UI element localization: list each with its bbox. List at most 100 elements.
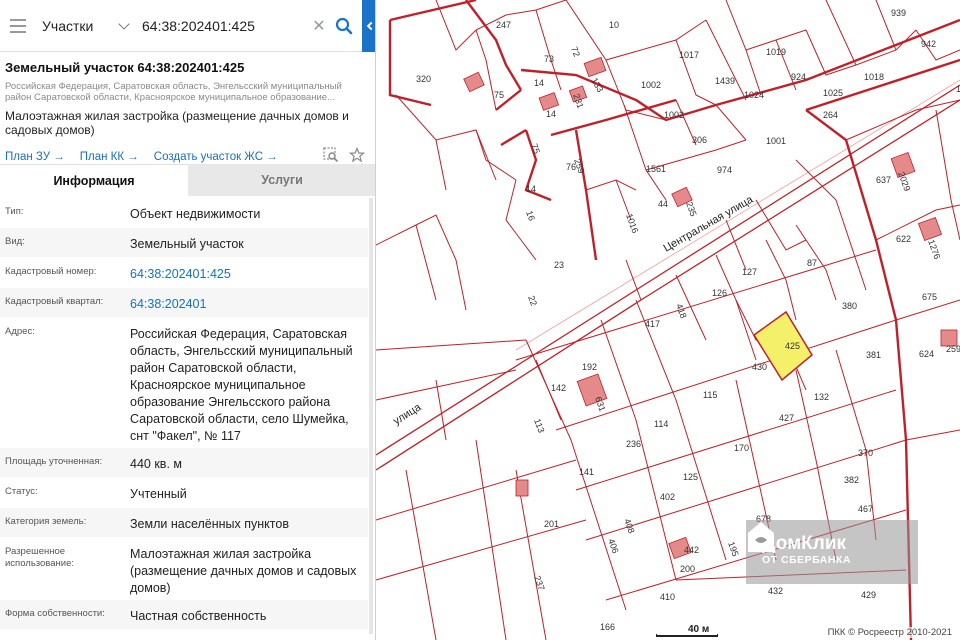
card-links: План ЗУ → План КК → Создать участок ЖС →: [0, 137, 370, 166]
parcel-number: 22: [526, 294, 539, 307]
parcel-number: 442: [684, 545, 699, 555]
parcel-number: 142: [551, 383, 566, 393]
parcel-number: 23: [554, 260, 564, 270]
parcel-number: 924: [791, 72, 806, 82]
parcel-number: 125: [683, 472, 698, 482]
attribute-label: Статус:: [5, 486, 38, 497]
scale-bar: 40 м: [648, 622, 718, 640]
parcel-number: 1019: [766, 47, 786, 57]
attribute-label: Адрес:: [5, 326, 35, 337]
parcel-number: 75: [529, 142, 542, 155]
tab-information[interactable]: Информация: [0, 164, 188, 196]
cadastral-map[interactable]: Центральная улица улица 247 10 1017 1019 939 94…: [376, 0, 960, 640]
parcel-number: 170: [734, 443, 749, 453]
parcel-number: 126: [712, 288, 727, 298]
attribute-row: Кадастровый квартал: 64:38:202401: [0, 288, 368, 318]
parcel-number: 237: [532, 574, 547, 592]
parcel-number: 380: [842, 301, 857, 311]
parcel-number: 166: [600, 622, 615, 632]
parcel-number: 622: [896, 234, 911, 244]
parcel-number: 113: [532, 417, 546, 434]
parcel-number: 1025: [823, 88, 843, 98]
parcel-number: 675: [922, 292, 937, 302]
plan-kk-link[interactable]: План КК →: [80, 151, 139, 163]
parcel-number: 382: [844, 475, 859, 485]
card-address: Российская Федерация, Саратовская област…: [5, 81, 342, 103]
attribute-value: Объект недвижимости: [130, 207, 261, 221]
parcel-number: 14: [534, 78, 544, 88]
attribute-value: Частная собственность: [130, 609, 267, 623]
parcel-number: 306: [692, 135, 707, 145]
parcel-number: 1001: [766, 136, 786, 146]
attribute-label: Вид:: [5, 236, 25, 247]
parcel-number: 195: [726, 540, 741, 558]
parcel-number: 402: [660, 492, 675, 502]
parcel-number: 430: [752, 362, 767, 372]
parcel-number: 44: [658, 199, 668, 209]
attribute-label: Разрешенное использование:: [5, 546, 75, 569]
house-logo-icon: [748, 522, 774, 552]
chevron-down-icon: [118, 17, 130, 30]
parcel-number: 76: [566, 162, 576, 172]
attribute-value: Малоэтажная жилая застройка (размещение …: [130, 547, 357, 595]
parcel-number: 939: [891, 8, 906, 18]
attribute-value: Учтенный: [130, 487, 187, 501]
attribute-row: Площадь уточненная: 440 кв. м: [0, 448, 368, 478]
parcel-number: 429: [861, 590, 876, 600]
attribute-row: Статус: Учтенный: [0, 478, 368, 508]
tab-services[interactable]: Услуги: [188, 164, 375, 196]
cadastral-quarter-link[interactable]: 64:38:202401: [125, 288, 368, 317]
parcel-number: 942: [921, 39, 936, 49]
search-type-label: Участки: [42, 17, 94, 34]
parcel-number: 1439: [715, 76, 735, 86]
plan-zu-link[interactable]: План ЗУ →: [5, 151, 65, 163]
parcel-number: 114: [654, 419, 668, 429]
parcel-number: 14: [546, 109, 556, 119]
parcel-number: 417: [645, 319, 660, 329]
parcel-number: 247: [496, 20, 511, 30]
search-input[interactable]: [128, 17, 308, 34]
attribute-label: Тип:: [5, 206, 24, 217]
attribute-value: 440 кв. м: [130, 457, 182, 471]
card-purpose: Малоэтажная жилая застройка (размещение …: [5, 109, 349, 137]
card-title: Земельный участок 64:38:202401:425: [5, 60, 245, 75]
copyright-text: ПКК © Росреестр 2010-2021: [825, 627, 954, 638]
parcel-number: 141: [579, 467, 594, 477]
attribute-value: Земельный участок: [130, 237, 244, 251]
search-type-dropdown[interactable]: Участки: [36, 17, 130, 34]
parcel-number: 624: [919, 349, 934, 359]
attribute-row: Категория земель: Земли населённых пункт…: [0, 508, 368, 538]
parcel-number: 467: [858, 504, 873, 514]
search-icon[interactable]: [330, 12, 358, 40]
scale-line: [656, 634, 718, 637]
parcel-number: 2029: [896, 170, 912, 192]
parcel-number: 1024: [956, 84, 960, 94]
parcel-number: 201: [544, 519, 559, 529]
scrollbar[interactable]: [369, 198, 373, 634]
attribute-row: Форма собственности: Частная собственнос…: [0, 600, 368, 630]
close-icon[interactable]: ✕: [308, 16, 330, 36]
create-parcel-link[interactable]: Создать участок ЖС →: [154, 151, 278, 163]
menu-icon[interactable]: [0, 0, 36, 52]
parcel-number: 87: [807, 258, 817, 268]
attribute-label: Площадь уточненная:: [5, 456, 103, 467]
parcel-number: 408: [622, 517, 637, 535]
attribute-row: Тип: Объект недвижимости: [0, 198, 368, 228]
street-label: улица: [391, 401, 424, 428]
attribute-row: Адрес: Российская Федерация, Саратовская…: [0, 318, 368, 448]
parcel-number: 235: [684, 200, 699, 218]
parcel-number: 418: [674, 302, 689, 320]
parcel-number: 637: [876, 175, 891, 185]
parcel-number: 16: [524, 209, 537, 222]
parcel-number: 406: [606, 537, 621, 555]
parcel-number: 2595: [946, 344, 960, 354]
attribute-value: Земли населённых пунктов: [130, 517, 289, 531]
parcel-number: 427: [779, 413, 794, 423]
collapse-panel-button[interactable]: [362, 0, 375, 52]
parcel-number: 1561: [646, 164, 666, 174]
info-panel: Участки ✕ Земельный участок 64:38:202401…: [0, 0, 376, 640]
cadastral-number-link[interactable]: 64:38:202401:425: [125, 258, 368, 287]
attribute-label: Форма собственности:: [5, 608, 105, 619]
parcel-number: 1002: [641, 80, 661, 90]
selected-parcel-number: 425: [785, 341, 800, 351]
